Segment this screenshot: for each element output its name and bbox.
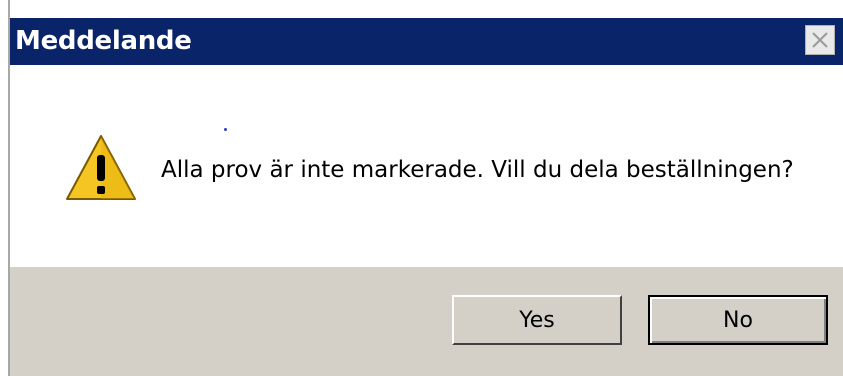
warning-icon bbox=[66, 135, 136, 200]
message-area: Alla prov är inte markerade. Vill du del… bbox=[10, 65, 843, 267]
title-bar[interactable]: Meddelande bbox=[10, 18, 843, 65]
close-button[interactable] bbox=[805, 25, 835, 55]
decorative-dot bbox=[224, 128, 227, 131]
message-dialog: Meddelande Alla prov är inte markerade. … bbox=[8, 0, 843, 376]
no-button[interactable]: No bbox=[648, 295, 828, 345]
window-title: Meddelande bbox=[15, 26, 192, 56]
close-icon bbox=[812, 32, 828, 48]
button-bar: Yes No bbox=[10, 267, 843, 376]
message-text: Alla prov är inte markerade. Vill du del… bbox=[161, 157, 794, 183]
yes-button[interactable]: Yes bbox=[452, 295, 622, 345]
